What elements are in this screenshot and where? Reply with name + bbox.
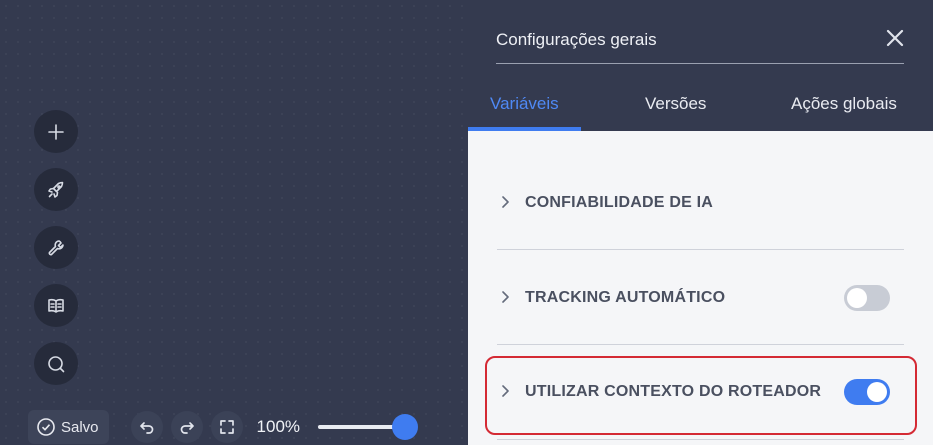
redo-button[interactable] — [170, 411, 203, 443]
redo-icon — [180, 422, 194, 434]
check-circle-icon — [37, 418, 55, 436]
fullscreen-button[interactable] — [210, 411, 243, 443]
toggle-knob — [847, 288, 867, 308]
section-label: TRACKING AUTOMÁTICO — [525, 289, 726, 306]
router-context-toggle[interactable] — [844, 379, 890, 405]
section-label: UTILIZAR CONTEXTO DO ROTEADOR — [525, 383, 822, 400]
saved-status: Salvo — [28, 410, 109, 444]
zoom-thumb[interactable] — [392, 414, 419, 440]
section-ai-confidence[interactable]: CONFIABILIDADE DE IA — [497, 183, 904, 223]
section-divider — [497, 439, 904, 440]
section-auto-tracking[interactable]: TRACKING AUTOMÁTICO — [497, 278, 904, 318]
rocket-icon — [48, 181, 64, 198]
panel-header: Configurações gerais Variáveis Versões A… — [468, 0, 933, 131]
panel-body: CONFIABILIDADE DE IA TRACKING AUTOMÁTICO… — [468, 131, 933, 445]
search-button[interactable] — [34, 342, 78, 385]
zoom-slider[interactable] — [318, 412, 419, 442]
add-button[interactable] — [34, 110, 78, 153]
title-divider — [496, 63, 904, 64]
section-divider — [497, 344, 904, 345]
undo-button[interactable] — [130, 411, 163, 443]
zoom-level: 100% — [256, 417, 301, 436]
section-label: CONFIABILIDADE DE IA — [525, 194, 713, 211]
plus-icon — [48, 123, 64, 140]
chevron-right-icon — [497, 289, 515, 307]
settings-panel: Configurações gerais Variáveis Versões A… — [468, 0, 933, 445]
auto-tracking-toggle[interactable] — [844, 285, 890, 311]
wrench-icon — [48, 239, 64, 255]
toggle-knob — [867, 382, 887, 402]
settings-button[interactable] — [34, 226, 78, 269]
panel-tabs: Variáveis Versões Ações globais — [468, 80, 933, 131]
chevron-right-icon — [497, 383, 515, 401]
book-icon — [48, 298, 64, 313]
close-icon — [886, 29, 904, 47]
tab-global-actions[interactable]: Ações globais — [791, 94, 897, 114]
tab-versions[interactable]: Versões — [645, 94, 706, 114]
undo-icon — [139, 422, 153, 434]
chevron-right-icon — [497, 194, 515, 212]
fullscreen-icon — [219, 420, 234, 434]
panel-title: Configurações gerais — [496, 30, 657, 49]
saved-label: Salvo — [61, 418, 99, 436]
section-divider — [497, 249, 904, 250]
bottom-bar: Salvo 100% — [28, 409, 419, 445]
search-icon — [48, 355, 65, 372]
close-button[interactable] — [884, 27, 910, 53]
library-button[interactable] — [34, 284, 78, 327]
tab-variables[interactable]: Variáveis — [490, 94, 559, 114]
section-router-context[interactable]: UTILIZAR CONTEXTO DO ROTEADOR — [497, 372, 904, 412]
left-toolbar — [29, 110, 83, 385]
publish-button[interactable] — [34, 168, 78, 211]
